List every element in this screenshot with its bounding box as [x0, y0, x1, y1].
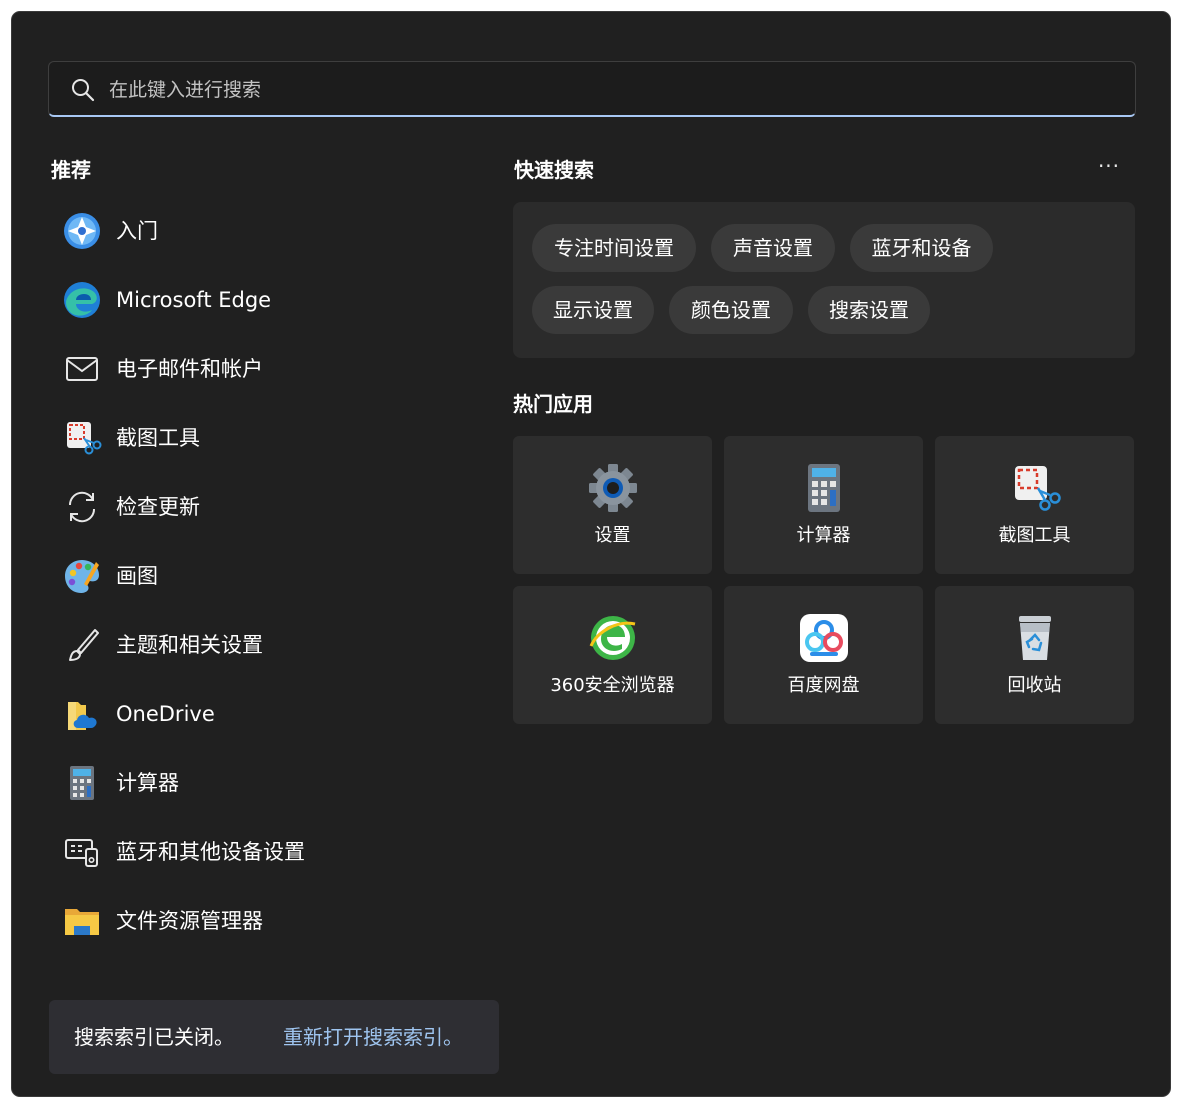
snipping-tool-icon [67, 422, 102, 455]
refresh-icon [68, 491, 96, 523]
app-tile-360-browser[interactable]: 360安全浏览器 [513, 586, 712, 724]
app-tile-label: 截图工具 [998, 525, 1071, 546]
quick-search-box: 专注时间设置 声音设置 蓝牙和设备 显示设置 颜色设置 搜索设置 [513, 202, 1135, 358]
rec-item-label: 画图 [116, 564, 158, 588]
edge-icon [64, 282, 100, 318]
rec-item-paint[interactable]: 画图 [52, 545, 472, 607]
top-apps-title: 热门应用 [513, 392, 593, 416]
rec-item-snipping-tool[interactable]: 截图工具 [52, 407, 472, 469]
360-browser-icon [589, 616, 636, 660]
onedrive-icon [68, 702, 97, 730]
app-tile-label: 设置 [594, 525, 631, 546]
brush-icon [69, 629, 99, 661]
rec-item-label: 截图工具 [116, 426, 200, 450]
quick-search-title: 快速搜索 [514, 158, 594, 182]
rec-item-label: 入门 [116, 219, 158, 243]
rec-item-label: 文件资源管理器 [116, 909, 263, 933]
recycle-bin-icon [1019, 616, 1051, 660]
rec-item-label: Microsoft Edge [116, 288, 272, 312]
app-tile-calculator[interactable]: 计算器 [724, 436, 923, 574]
reopen-index-link[interactable]: 重新打开搜索索引。 [283, 1024, 463, 1050]
app-tile-recycle-bin[interactable]: 回收站 [935, 586, 1134, 724]
chip-search-settings[interactable]: 搜索设置 [808, 286, 930, 334]
app-tile-label: 计算器 [796, 525, 851, 546]
paint-icon [65, 560, 99, 593]
calculator-icon [808, 464, 840, 512]
chip-focus-settings[interactable]: 专注时间设置 [532, 224, 696, 272]
rec-item-label: 蓝牙和其他设备设置 [116, 840, 305, 864]
rec-item-bluetooth-devices[interactable]: 蓝牙和其他设备设置 [52, 821, 472, 883]
search-index-notice: 搜索索引已关闭。 重新打开搜索索引。 [49, 1000, 499, 1074]
rec-item-themes[interactable]: 主题和相关设置 [52, 614, 472, 676]
baidu-netdisk-icon [800, 614, 848, 662]
rec-item-get-started[interactable]: 入门 [52, 200, 472, 262]
more-options-button[interactable]: ··· [1092, 156, 1126, 180]
rec-item-mail[interactable]: 电子邮件和帐户 [52, 338, 472, 400]
rec-item-calculator[interactable]: 计算器 [52, 752, 472, 814]
index-status-text: 搜索索引已关闭。 [74, 1025, 234, 1049]
rec-item-label: 计算器 [116, 771, 179, 795]
folder-icon [65, 909, 99, 935]
chip-display-settings[interactable]: 显示设置 [532, 286, 654, 334]
rec-item-edge[interactable]: Microsoft Edge [52, 269, 472, 331]
devices-icon [65, 839, 98, 867]
rec-item-check-updates[interactable]: 检查更新 [52, 476, 472, 538]
search-panel: 在此键入进行搜索 推荐 入门 Microsoft Edge 电子邮件和帐户 截图… [11, 11, 1171, 1097]
app-tile-label: 回收站 [1007, 675, 1062, 696]
recommended-title: 推荐 [51, 158, 91, 182]
app-tile-settings[interactable]: 设置 [513, 436, 712, 574]
get-started-icon [64, 213, 100, 249]
rec-item-label: OneDrive [116, 702, 215, 726]
search-input[interactable]: 在此键入进行搜索 [48, 61, 1136, 117]
search-icon [72, 79, 95, 102]
mail-icon [66, 357, 98, 381]
chip-sound-settings[interactable]: 声音设置 [711, 224, 835, 272]
chip-color-settings[interactable]: 颜色设置 [669, 286, 793, 334]
calculator-icon [70, 766, 94, 800]
snipping-tool-icon [1015, 466, 1061, 511]
chip-bluetooth-devices[interactable]: 蓝牙和设备 [850, 224, 993, 272]
settings-gear-icon [589, 464, 637, 512]
rec-item-label: 电子邮件和帐户 [116, 357, 263, 381]
rec-item-file-explorer[interactable]: 文件资源管理器 [52, 890, 472, 952]
app-tile-baidu-netdisk[interactable]: 百度网盘 [724, 586, 923, 724]
rec-item-label: 检查更新 [116, 495, 200, 519]
rec-item-onedrive[interactable]: OneDrive [52, 683, 472, 745]
search-placeholder: 在此键入进行搜索 [109, 79, 262, 101]
app-tile-label: 百度网盘 [787, 675, 860, 696]
rec-item-label: 主题和相关设置 [116, 633, 263, 657]
app-tile-label: 360安全浏览器 [550, 675, 675, 696]
app-tile-snipping-tool[interactable]: 截图工具 [935, 436, 1134, 574]
